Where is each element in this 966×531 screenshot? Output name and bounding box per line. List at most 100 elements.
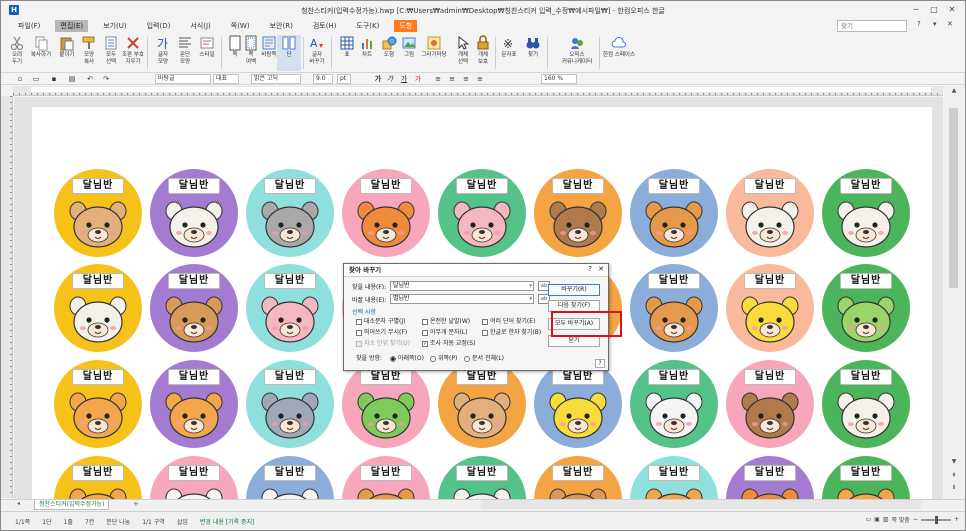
sticker-tiger[interactable]: 달님반 bbox=[54, 360, 142, 448]
clear-codes-button[interactable]: 조판 부호 지우기 bbox=[121, 35, 145, 71]
sticker-dog[interactable]: 달님반 bbox=[438, 360, 526, 448]
option-match-case[interactable]: 대소문자 구별(J) bbox=[356, 316, 405, 325]
option-whole-word[interactable]: 온전한 낱말(W) bbox=[422, 316, 470, 325]
sticker-tiger[interactable]: 달님반 bbox=[630, 456, 718, 499]
tab-scroll-icon[interactable]: ◂ bbox=[17, 500, 20, 507]
sticker-frog[interactable]: 달님반 bbox=[342, 360, 430, 448]
radio[interactable] bbox=[464, 355, 470, 362]
status-insert-mode[interactable]: 삽입 bbox=[177, 517, 188, 526]
zoom-slider[interactable] bbox=[920, 515, 951, 524]
sticker-bird[interactable]: 달님반 bbox=[726, 456, 814, 499]
direction-whole[interactable]: 문서 전체(L) bbox=[464, 353, 504, 362]
sticker-pig[interactable]: 달님반 bbox=[438, 169, 526, 257]
para-shape-button[interactable]: 문단 모양 bbox=[173, 35, 197, 71]
chart-button[interactable]: 차트 bbox=[355, 35, 379, 71]
sticker-zebra[interactable]: 달님반 bbox=[150, 456, 238, 499]
sticker-sheep[interactable]: 달님반 bbox=[726, 169, 814, 257]
menu-view[interactable]: 보기(U) bbox=[98, 20, 131, 32]
menu-security[interactable]: 보안(R) bbox=[265, 20, 298, 32]
menu-review[interactable]: 검토(H) bbox=[308, 20, 342, 32]
replace-input[interactable]: 별님반 ▾ bbox=[390, 294, 534, 304]
option-wildcard[interactable]: 아무개 문자(L) bbox=[422, 327, 468, 336]
zoom-select[interactable]: 160 % bbox=[541, 74, 577, 84]
sticker-rabbit[interactable]: 달님반 bbox=[822, 169, 910, 257]
sticker-pig[interactable]: 달님반 bbox=[246, 264, 334, 352]
zoom-in-icon[interactable]: + bbox=[954, 516, 959, 523]
menu-edit[interactable]: 편집(E) bbox=[55, 20, 89, 32]
align-left-icon[interactable]: ≡ bbox=[433, 74, 443, 84]
next-page-icon[interactable]: ⇟ bbox=[948, 484, 960, 493]
checkbox-box[interactable] bbox=[422, 329, 428, 336]
clipart-button[interactable]: 그리기마당 bbox=[419, 35, 449, 71]
prev-page-icon[interactable]: ⇞ bbox=[948, 472, 960, 481]
menu-format[interactable]: 서식(J) bbox=[185, 20, 215, 32]
object-protect-button[interactable]: 개체 보호 bbox=[471, 35, 495, 71]
scroll-down-icon[interactable]: ▼ bbox=[948, 458, 960, 467]
find-input[interactable]: 달님반 ▾ bbox=[390, 281, 534, 291]
checkbox-box[interactable] bbox=[482, 329, 488, 336]
radio-selected[interactable] bbox=[390, 355, 396, 362]
ribbon-toggle-icon[interactable]: ▾ bbox=[933, 20, 937, 28]
hancom-space-button[interactable]: 한컴 스페이스 bbox=[601, 35, 637, 71]
new-doc-icon[interactable]: ▫ bbox=[15, 74, 25, 84]
column-button[interactable]: 단 bbox=[277, 35, 301, 71]
format-painter-button[interactable]: 모양 복사 bbox=[77, 35, 101, 71]
sticker-cow[interactable]: 달님반 bbox=[150, 169, 238, 257]
sticker-elephant[interactable]: 달님반 bbox=[246, 360, 334, 448]
sticker-polar-bear[interactable]: 달님반 bbox=[630, 360, 718, 448]
italic-icon[interactable]: 가 bbox=[385, 74, 395, 84]
minimize-button[interactable]: ─ bbox=[909, 4, 923, 16]
style-select[interactable]: 바탕글 bbox=[155, 74, 211, 84]
undo-icon[interactable]: ↶ bbox=[85, 74, 95, 84]
sticker-chick[interactable]: 달님반 bbox=[534, 360, 622, 448]
direction-up[interactable]: 위쪽(P) bbox=[430, 353, 457, 362]
horizontal-scrollbar[interactable] bbox=[481, 500, 921, 509]
checkbox-box[interactable] bbox=[356, 318, 362, 325]
checkbox-box[interactable] bbox=[422, 318, 428, 325]
direction-down[interactable]: 아래쪽(O) bbox=[390, 353, 424, 362]
office-communicator-button[interactable]: 오피스 커뮤니케이터 bbox=[557, 35, 597, 71]
checkbox-box[interactable] bbox=[356, 329, 362, 336]
align-right-icon[interactable]: ≡ bbox=[461, 74, 471, 84]
sticker-sheep[interactable]: 달님반 bbox=[54, 264, 142, 352]
checkbox-box[interactable] bbox=[482, 318, 488, 325]
maximize-button[interactable]: □ bbox=[927, 4, 941, 16]
align-center-icon[interactable]: ≡ bbox=[447, 74, 457, 84]
view-page-icon[interactable]: ▣ bbox=[874, 516, 880, 523]
sticker-turtle[interactable]: 달님반 bbox=[822, 264, 910, 352]
sticker-bear[interactable]: 달님반 bbox=[534, 456, 622, 499]
font-size-input[interactable]: 9.0 bbox=[313, 74, 333, 84]
sticker-mouse[interactable]: 달님반 bbox=[246, 169, 334, 257]
option-auto-particle[interactable]: ✓ 조사 자동 교정(S) bbox=[422, 338, 475, 347]
sticker-cat[interactable]: 달님반 bbox=[630, 169, 718, 257]
radio[interactable] bbox=[430, 355, 436, 362]
sticker-dog[interactable]: 달님반 bbox=[54, 169, 142, 257]
underline-icon[interactable]: 가 bbox=[399, 74, 409, 84]
view-normal-icon[interactable]: ▭ bbox=[865, 516, 871, 523]
add-tab-icon[interactable]: + bbox=[133, 500, 139, 508]
sticker-cat[interactable]: 달님반 bbox=[630, 264, 718, 352]
sticker-chick[interactable]: 달님반 bbox=[726, 264, 814, 352]
open-folder-icon[interactable]: ▭ bbox=[31, 74, 41, 84]
align-justify-icon[interactable]: ≡ bbox=[475, 74, 485, 84]
sticker-cow[interactable]: 달님반 bbox=[822, 360, 910, 448]
font-color-icon[interactable]: 가 bbox=[413, 74, 423, 84]
sticker-bear[interactable]: 달님반 bbox=[150, 264, 238, 352]
vertical-scrollbar[interactable]: ▲ ▼ ⇞ ⇟ bbox=[944, 86, 964, 499]
select-all-button[interactable]: 모두 선택 bbox=[99, 35, 123, 71]
redo-icon[interactable]: ↷ bbox=[101, 74, 111, 84]
sticker-cat[interactable]: 달님반 bbox=[342, 456, 430, 499]
find-dropdown-icon[interactable]: ▾ bbox=[529, 282, 532, 290]
help-search-input[interactable]: 찾기 bbox=[837, 20, 907, 32]
close-doc-icon[interactable]: ✕ bbox=[947, 20, 953, 28]
help-icon[interactable]: ? bbox=[917, 20, 921, 28]
save-icon[interactable]: ▪ bbox=[49, 74, 59, 84]
picture-button[interactable]: 그림 bbox=[397, 35, 421, 71]
zoom-out-icon[interactable]: − bbox=[913, 516, 918, 523]
document-tab[interactable]: 청찬스티커(입력수정가능) bbox=[34, 500, 110, 510]
scroll-up-icon[interactable]: ▲ bbox=[948, 87, 960, 96]
view-web-icon[interactable]: ▥ bbox=[883, 516, 889, 523]
style-button[interactable]: 스타일 bbox=[195, 35, 219, 71]
close-window-button[interactable]: ✕ bbox=[945, 4, 959, 16]
sticker-tiger[interactable]: 달님반 bbox=[822, 456, 910, 499]
